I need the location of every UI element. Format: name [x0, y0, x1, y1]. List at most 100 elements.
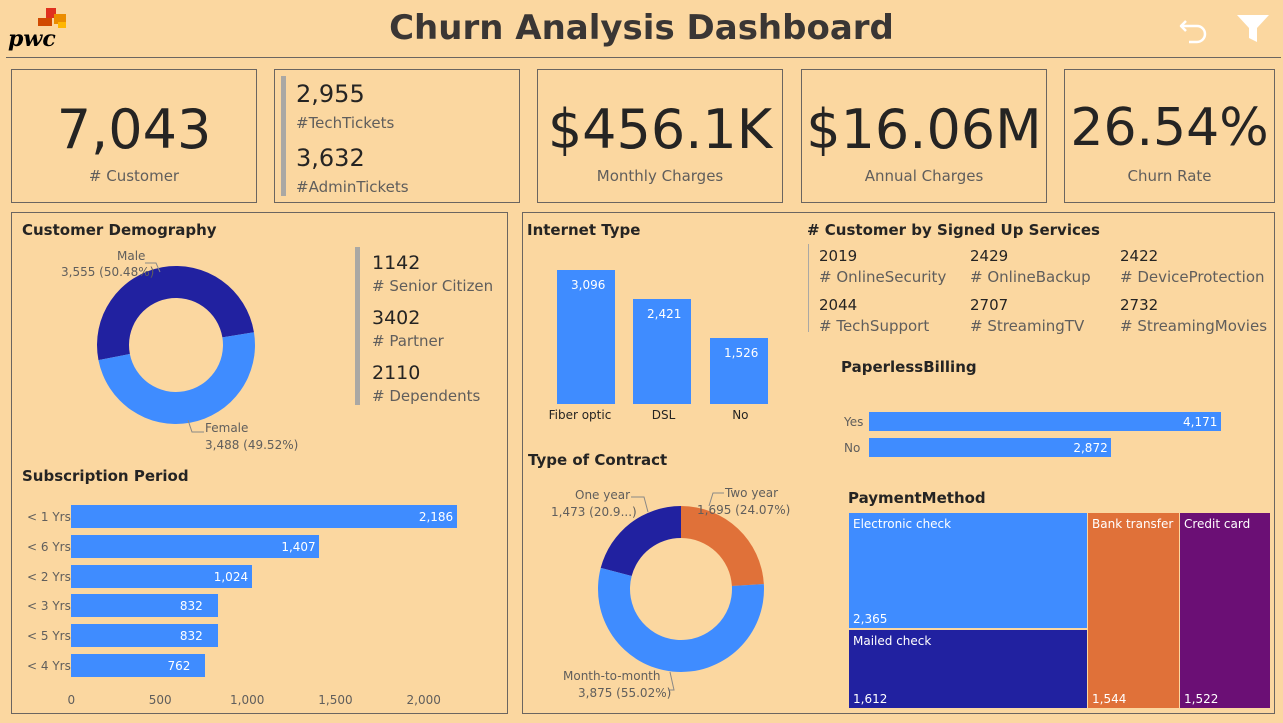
kpi-churn-value: 26.54%: [1070, 98, 1269, 158]
streaming-tv-label: # StreamingTV: [970, 317, 1085, 335]
dependents-value: 2110: [372, 362, 421, 384]
tickets-accent-bar: [281, 76, 286, 196]
male-value: 3,555 (50.48%): [61, 265, 155, 279]
senior-citizen-value: 1142: [372, 252, 421, 274]
subscription-bar-value: 1,407: [281, 539, 316, 554]
subscription-bar[interactable]: [71, 505, 457, 528]
subscription-bar-value: 762: [167, 659, 191, 673]
admin-tickets-label: #AdminTickets: [296, 178, 409, 196]
subscription-category-label: < 5 Yrs: [27, 629, 71, 644]
demography-accent-bar: [355, 247, 360, 405]
subscription-category-label: < 1 Yrs: [27, 510, 71, 524]
female-value: 3,488 (49.52%): [205, 438, 299, 452]
kpi-customer-card: 7,043 # Customer: [11, 69, 257, 203]
admin-tickets-value: 3,632: [296, 144, 365, 172]
m2m-leader-line: [668, 671, 675, 691]
contract-donut: [598, 506, 764, 672]
treemap-value: 1,544: [1092, 692, 1127, 706]
subscription-bar-value: 1,024: [213, 569, 249, 584]
partner-label: # Partner: [372, 332, 444, 350]
treemap-value: 1,612: [853, 692, 888, 706]
male-leader-line: [145, 262, 161, 273]
treemap-value: 2,365: [853, 612, 888, 626]
tech-tickets-value: 2,955: [296, 80, 365, 108]
kpi-customer-label: # Customer: [88, 167, 180, 185]
treemap-label: Bank transfer: [1092, 517, 1174, 531]
subscription-category-label: < 3 Yrs: [27, 599, 71, 614]
back-button[interactable]: [1178, 14, 1210, 46]
kpi-tickets-card: 2,955 #TechTickets 3,632 #AdminTickets: [274, 69, 520, 203]
tech-support-value: 2044: [819, 296, 858, 314]
services-title: # Customer by Signed Up Services: [807, 221, 1100, 239]
filter-icon: [1237, 15, 1269, 42]
treemap-value: 1,522: [1184, 692, 1219, 706]
subscription-title: Subscription Period: [22, 467, 189, 485]
internet-category-label: No: [732, 408, 749, 422]
paperless-bar[interactable]: [869, 412, 1221, 431]
internet-bar-value: 1,526: [724, 345, 759, 360]
online-backup-label: # OnlineBackup: [970, 268, 1091, 286]
streaming-tv-value: 2707: [970, 296, 1009, 314]
tech-support-label: # TechSupport: [819, 317, 930, 335]
partner-value: 3402: [372, 307, 421, 329]
subscription-tick-label: 0: [67, 693, 76, 707]
page-title: Churn Analysis Dashboard: [389, 8, 894, 48]
treemap-label: Mailed check: [853, 634, 932, 648]
paperless-bar-value: 4,171: [1183, 415, 1218, 429]
internet-bar-value: 3,096: [571, 278, 606, 292]
subscription-tick-label: 500: [148, 693, 172, 707]
senior-citizen-label: # Senior Citizen: [372, 277, 494, 295]
tech-tickets-label: #TechTickets: [296, 114, 395, 132]
m2m-label: Month-to-month: [563, 669, 661, 683]
treemap-label: Credit card: [1184, 517, 1251, 531]
subscription-bar-value: 832: [179, 599, 203, 614]
payment-title: PaymentMethod: [848, 489, 986, 507]
paperless-category-label: No: [844, 441, 861, 455]
kpi-customer-value: 7,043: [56, 98, 212, 161]
demography-donut: [97, 266, 256, 425]
filter-button[interactable]: [1236, 14, 1270, 44]
streaming-movies-label: # StreamingMovies: [1120, 317, 1268, 335]
online-security-label: # OnlineSecurity: [819, 268, 947, 286]
subscription-tick-label: 1,500: [318, 693, 353, 707]
internet-title: Internet Type: [527, 221, 641, 239]
m2m-value: 3,875 (55.02%): [578, 686, 672, 700]
subscription-tick-label: 1,000: [230, 693, 265, 707]
subscription-bar-value: 2,186: [418, 510, 454, 524]
one-year-leader-line: [631, 496, 649, 513]
treemap-credit-card[interactable]: Credit card 1,522: [1179, 512, 1271, 709]
dependents-label: # Dependents: [372, 387, 481, 405]
two-year-leader-line: [708, 492, 724, 507]
subscription-category-label: < 4 Yrs: [27, 659, 71, 673]
device-protection-value: 2422: [1120, 247, 1159, 265]
kpi-monthly-label: Monthly Charges: [596, 167, 724, 185]
internet-category-label: DSL: [651, 408, 676, 422]
treemap-mailed-check[interactable]: Mailed check 1,612: [848, 629, 1088, 709]
internet-category-label: Fiber optic: [548, 408, 612, 422]
paperless-category-label: Yes: [844, 415, 864, 429]
treemap-electronic-check[interactable]: Electronic check 2,365: [848, 512, 1088, 629]
male-label: Male: [117, 249, 146, 263]
treemap-bank-transfer[interactable]: Bank transfer 1,544: [1087, 512, 1180, 709]
contract-title: Type of Contract: [528, 451, 668, 469]
subscription-category-label: < 6 Yrs: [27, 539, 71, 554]
subscription-category-label: < 2 Yrs: [27, 569, 71, 584]
two-year-label: Two year: [725, 486, 779, 500]
online-security-value: 2019: [819, 247, 858, 265]
subscription-bar-value: 832: [179, 629, 203, 644]
demography-title: Customer Demography: [22, 221, 217, 239]
device-protection-label: # DeviceProtection: [1120, 268, 1265, 286]
subscription-tick-label: 2,000: [406, 693, 441, 707]
kpi-churn-label: Churn Rate: [1127, 167, 1212, 185]
internet-bar-value: 2,421: [647, 307, 682, 322]
paperless-bar-value: 2,872: [1073, 441, 1108, 455]
donut-slice-two-year[interactable]: [681, 506, 764, 587]
kpi-monthly-card: $456.1K Monthly Charges: [537, 69, 783, 203]
kpi-annual-value: $16.06M: [806, 98, 1042, 161]
streaming-movies-value: 2732: [1120, 296, 1159, 314]
paperless-title: PaperlessBilling: [841, 358, 977, 376]
one-year-value: 1,473 (20.9...): [551, 505, 637, 519]
kpi-monthly-value: $456.1K: [547, 98, 773, 161]
kpi-churn-card: 26.54% Churn Rate: [1064, 69, 1275, 203]
services-accent-line: [808, 244, 809, 332]
